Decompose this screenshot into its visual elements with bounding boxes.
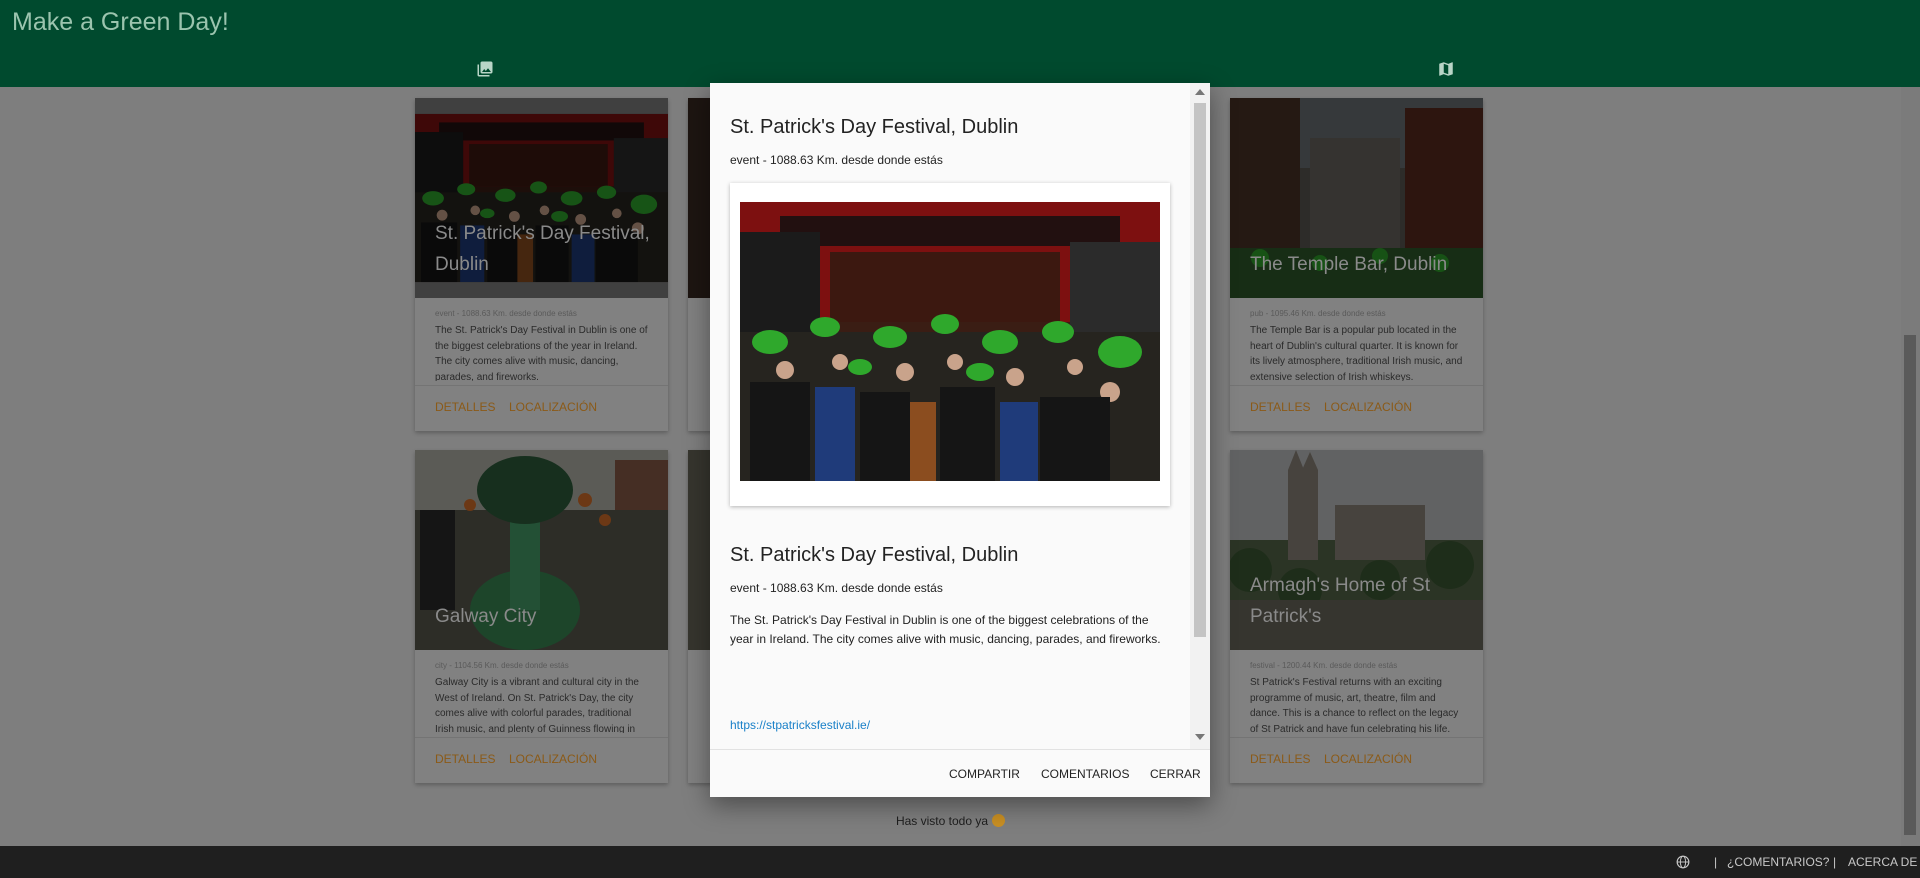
dialog-section-distance: event - 1088.63 Km. desde donde estás bbox=[730, 581, 943, 595]
card-actions: DETALLES LOCALIZACIÓN bbox=[415, 737, 668, 783]
card-title: The Temple Bar, Dublin bbox=[1250, 254, 1448, 275]
scroll-down-arrow-icon[interactable] bbox=[1195, 734, 1205, 740]
card-image: Armagh's Home of St Patrick's bbox=[1230, 450, 1483, 650]
dialog-scrollbar-thumb[interactable] bbox=[1194, 103, 1206, 637]
map-icon[interactable] bbox=[1437, 60, 1455, 78]
dialog-title: St. Patrick's Day Festival, Dublin bbox=[730, 116, 1019, 138]
details-button[interactable]: DETALLES bbox=[1250, 752, 1310, 766]
details-button[interactable]: DETALLES bbox=[1250, 400, 1310, 414]
separator: | bbox=[1833, 855, 1837, 869]
scroll-up-arrow-icon[interactable] bbox=[1195, 89, 1205, 95]
card-description: The St. Patrick's Day Festival in Dublin… bbox=[435, 325, 648, 381]
card-image: Galway City bbox=[415, 450, 668, 650]
card-distance: pub - 1095.46 Km. desde donde estás bbox=[1250, 309, 1386, 318]
feedback-link[interactable]: ¿COMENTARIOS? bbox=[1727, 855, 1829, 869]
card-distance: festival - 1200.44 Km. desde donde estás bbox=[1250, 661, 1398, 670]
details-dialog: St. Patrick's Day Festival, Dublin event… bbox=[710, 83, 1210, 797]
card-description: Galway City is a vibrant and cultural ci… bbox=[435, 677, 639, 733]
card-title: Galway City bbox=[435, 606, 537, 627]
place-card: St. Patrick's Day Festival, Dublin event… bbox=[415, 98, 668, 431]
place-card: The Temple Bar, Dublin pub - 1095.46 Km.… bbox=[1230, 98, 1483, 431]
photo-library-icon[interactable] bbox=[476, 60, 494, 78]
dialog-description: The St. Patrick's Day Festival in Dublin… bbox=[730, 613, 1161, 646]
dialog-image-card bbox=[730, 183, 1170, 506]
card-actions: DETALLES LOCALIZACIÓN bbox=[1230, 737, 1483, 783]
location-button[interactable]: LOCALIZACIÓN bbox=[509, 752, 597, 766]
card-distance: event - 1088.63 Km. desde donde estás bbox=[435, 309, 577, 318]
dialog-content: St. Patrick's Day Festival, Dublin event… bbox=[710, 83, 1190, 749]
card-description: St Patrick's Festival returns with an ex… bbox=[1250, 677, 1459, 733]
comments-button[interactable]: COMENTARIOS bbox=[1041, 767, 1129, 781]
card-image: The Temple Bar, Dublin bbox=[1230, 98, 1483, 298]
share-button[interactable]: COMPARTIR bbox=[949, 767, 1020, 781]
end-of-results-text: Has visto todo ya bbox=[895, 814, 989, 828]
separator: | bbox=[1714, 855, 1718, 869]
dialog-actions: COMPARTIR COMENTARIOS CERRAR bbox=[710, 749, 1210, 797]
card-distance: city - 1104.56 Km. desde donde estás bbox=[435, 661, 569, 670]
card-title: Armagh's Home of St Patrick's bbox=[1250, 575, 1430, 627]
card-image: St. Patrick's Day Festival, Dublin bbox=[415, 98, 668, 298]
location-button[interactable]: LOCALIZACIÓN bbox=[1324, 400, 1412, 414]
bottom-bar: | ¿COMENTARIOS? | ACERCA DE bbox=[0, 846, 1920, 878]
location-button[interactable]: LOCALIZACIÓN bbox=[1324, 752, 1412, 766]
card-description: The Temple Bar is a popular pub located … bbox=[1250, 325, 1463, 381]
page-scrollbar-thumb[interactable] bbox=[1904, 335, 1916, 835]
page-scrollbar[interactable] bbox=[1901, 87, 1920, 846]
place-card: Armagh's Home of St Patrick's festival -… bbox=[1230, 450, 1483, 783]
details-button[interactable]: DETALLES bbox=[435, 400, 495, 414]
end-of-results: Has visto todo ya bbox=[0, 814, 1901, 828]
festival-website-link[interactable]: https://stpatricksfestival.ie/ bbox=[730, 718, 870, 732]
globe-icon[interactable] bbox=[1676, 855, 1690, 869]
dialog-distance: event - 1088.63 Km. desde donde estás bbox=[730, 153, 943, 167]
dialog-image bbox=[740, 202, 1160, 481]
close-button[interactable]: CERRAR bbox=[1150, 767, 1201, 781]
about-link[interactable]: ACERCA DE bbox=[1848, 855, 1917, 869]
dialog-scrollbar[interactable] bbox=[1190, 83, 1210, 749]
card-title: St. Patrick's Day Festival, Dublin bbox=[435, 223, 650, 275]
details-button[interactable]: DETALLES bbox=[435, 752, 495, 766]
dialog-section-title: St. Patrick's Day Festival, Dublin bbox=[730, 544, 1019, 566]
smiley-icon bbox=[992, 814, 1006, 827]
location-button[interactable]: LOCALIZACIÓN bbox=[509, 400, 597, 414]
place-card: Galway City city - 1104.56 Km. desde don… bbox=[415, 450, 668, 783]
app-title: Make a Green Day! bbox=[12, 8, 229, 36]
app-header: Make a Green Day! bbox=[0, 0, 1920, 87]
card-actions: DETALLES LOCALIZACIÓN bbox=[415, 385, 668, 431]
card-actions: DETALLES LOCALIZACIÓN bbox=[1230, 385, 1483, 431]
